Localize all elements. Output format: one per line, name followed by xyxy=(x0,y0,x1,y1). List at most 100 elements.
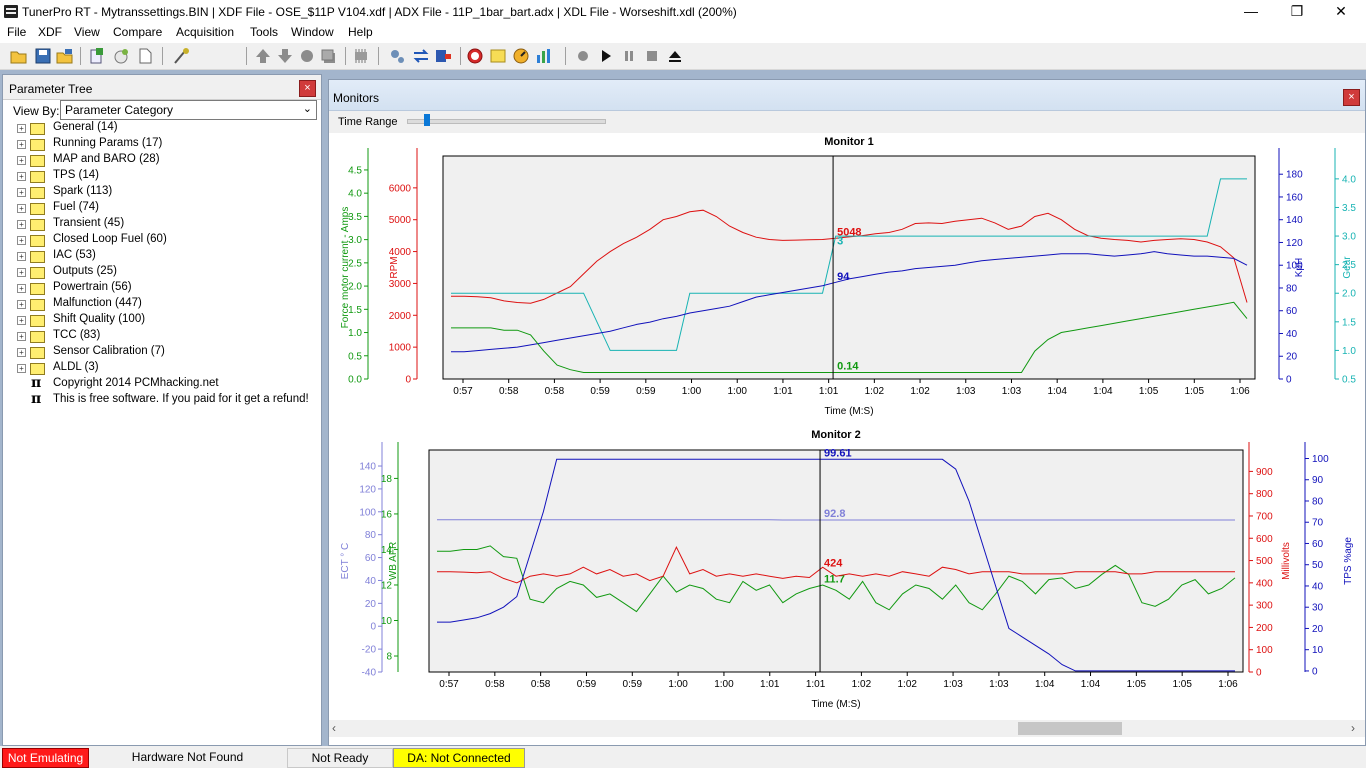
da-status: DA: Not Connected xyxy=(393,748,525,768)
expand-icon[interactable]: + xyxy=(17,268,26,277)
axis-tick-label: 0 xyxy=(405,375,411,386)
arrow-down-icon[interactable] xyxy=(276,47,294,65)
tree-item-label: Malfunction (447) xyxy=(53,297,142,309)
x-axis-tick-label: 1:03 xyxy=(1002,386,1022,397)
time-range-slider-track[interactable] xyxy=(407,119,606,124)
wand-icon[interactable] xyxy=(172,47,190,65)
save-icon[interactable] xyxy=(34,47,52,65)
parameter-tree-title: Parameter Tree xyxy=(9,82,93,96)
toolbar xyxy=(0,43,1366,105)
monitors-title: Monitors xyxy=(333,91,380,105)
view-by-label: View By: xyxy=(13,104,60,118)
axis-tick-label: 3000 xyxy=(389,279,412,290)
stop-icon[interactable] xyxy=(643,47,661,65)
record-acquisition-icon[interactable] xyxy=(574,47,592,65)
open-bin-icon[interactable] xyxy=(56,47,74,65)
monitors-close-icon[interactable]: × xyxy=(1343,89,1360,106)
expand-icon[interactable]: + xyxy=(17,252,26,261)
expand-icon[interactable]: + xyxy=(17,204,26,213)
x-axis-tick-label: 0:58 xyxy=(499,386,519,397)
menu-window[interactable]: Window xyxy=(291,25,334,39)
axis-tick-label: 60 xyxy=(1286,306,1298,317)
connect-icon[interactable] xyxy=(434,47,452,65)
bar-chart-icon[interactable] xyxy=(535,47,553,65)
x-axis-tick-label: 1:05 xyxy=(1139,386,1159,397)
x-axis-tick-label: 1:05 xyxy=(1127,679,1147,690)
menu-xdf[interactable]: XDF xyxy=(38,25,62,39)
open-folder-icon[interactable] xyxy=(10,47,28,65)
menu-tools[interactable]: Tools xyxy=(250,25,278,39)
adx-icon[interactable] xyxy=(112,47,130,65)
axis-tick-label: 0.5 xyxy=(348,351,362,362)
gears-icon[interactable] xyxy=(388,47,406,65)
folder-icon xyxy=(30,203,45,215)
stack-icon[interactable] xyxy=(320,47,338,65)
x-axis-tick-label: 0:57 xyxy=(439,679,459,690)
scroll-right-icon[interactable]: › xyxy=(1351,721,1355,735)
axis-tick-label: 40 xyxy=(365,576,377,587)
expand-icon[interactable]: + xyxy=(17,220,26,229)
axis-tick-label: 0.0 xyxy=(348,375,362,386)
expand-icon[interactable]: + xyxy=(17,316,26,325)
expand-icon[interactable]: + xyxy=(17,284,26,293)
minimize-button[interactable]: — xyxy=(1228,0,1274,24)
view-by-select[interactable]: Parameter Category ⌄ xyxy=(60,100,317,120)
expand-icon[interactable]: + xyxy=(17,300,26,309)
expand-icon[interactable]: + xyxy=(17,236,26,245)
axis-tick-label: 120 xyxy=(359,484,376,495)
x-axis-tick-label: 1:01 xyxy=(819,386,839,397)
expand-icon[interactable]: + xyxy=(17,332,26,341)
close-button[interactable]: ✕ xyxy=(1318,0,1364,24)
parameter-tree-close-icon[interactable]: × xyxy=(299,80,316,97)
eject-icon[interactable] xyxy=(666,47,684,65)
expand-icon[interactable]: + xyxy=(17,364,26,373)
arrow-up-icon[interactable] xyxy=(254,47,272,65)
notes-icon[interactable] xyxy=(489,47,507,65)
tree-item-label: IAC (53) xyxy=(53,249,96,261)
scroll-left-icon[interactable]: ‹ xyxy=(332,721,336,735)
axis-tick-label: 100 xyxy=(1256,645,1273,656)
chip-icon[interactable] xyxy=(352,47,370,65)
record-icon[interactable] xyxy=(298,47,316,65)
dashboard-icon[interactable] xyxy=(512,47,530,65)
time-range-slider-thumb[interactable] xyxy=(423,114,430,126)
x-axis-tick-label: 1:04 xyxy=(1093,386,1113,397)
expand-icon[interactable]: + xyxy=(17,140,26,149)
pause-icon[interactable] xyxy=(620,47,638,65)
new-document-icon[interactable] xyxy=(136,47,154,65)
tree-item-label: Transient (45) xyxy=(53,217,125,229)
menu-compare[interactable]: Compare xyxy=(113,25,162,39)
expand-icon[interactable]: + xyxy=(17,124,26,133)
menu-view[interactable]: View xyxy=(74,25,100,39)
swap-arrows-icon[interactable] xyxy=(412,47,430,65)
horizontal-scrollbar[interactable]: ‹ › xyxy=(329,720,1365,737)
axis-tick-label: 8 xyxy=(386,652,392,663)
menu-acquisition[interactable]: Acquisition xyxy=(176,25,234,39)
expand-icon[interactable]: + xyxy=(17,348,26,357)
axis-tick-label: 20 xyxy=(365,599,377,610)
axis-tick-label: 0 xyxy=(1256,668,1262,679)
tree-item-label: Closed Loop Fuel (60) xyxy=(53,233,167,245)
menu-bar: File XDF View Compare Acquisition Tools … xyxy=(0,24,1366,43)
y-axis: 020406080100120140160180KpH xyxy=(1278,148,1305,386)
axis-tick-label: 40 xyxy=(1286,329,1298,340)
scroll-thumb[interactable] xyxy=(1018,722,1122,735)
maximize-button[interactable]: ❐ xyxy=(1274,0,1320,24)
expand-icon[interactable]: + xyxy=(17,156,26,165)
axis-tick-label: 80 xyxy=(1312,496,1324,507)
y-axis: 0.51.01.52.02.53.03.54.0Gear xyxy=(1334,148,1356,386)
axis-tick-label: 180 xyxy=(1286,170,1303,181)
x-axis-tick-label: 0:59 xyxy=(623,679,643,690)
axis-tick-label: 2.0 xyxy=(1342,289,1356,300)
axis-tick-label: 500 xyxy=(1256,556,1273,567)
axis-tick-label: 18 xyxy=(381,474,393,485)
play-icon[interactable] xyxy=(597,47,615,65)
xdf-icon[interactable] xyxy=(88,47,106,65)
time-range-label: Time Range xyxy=(338,116,398,128)
menu-file[interactable]: File xyxy=(7,25,26,39)
gauge-icon[interactable] xyxy=(466,47,484,65)
expand-icon[interactable]: + xyxy=(17,188,26,197)
menu-help[interactable]: Help xyxy=(348,25,373,39)
expand-icon[interactable]: + xyxy=(17,172,26,181)
folder-icon xyxy=(30,315,45,327)
